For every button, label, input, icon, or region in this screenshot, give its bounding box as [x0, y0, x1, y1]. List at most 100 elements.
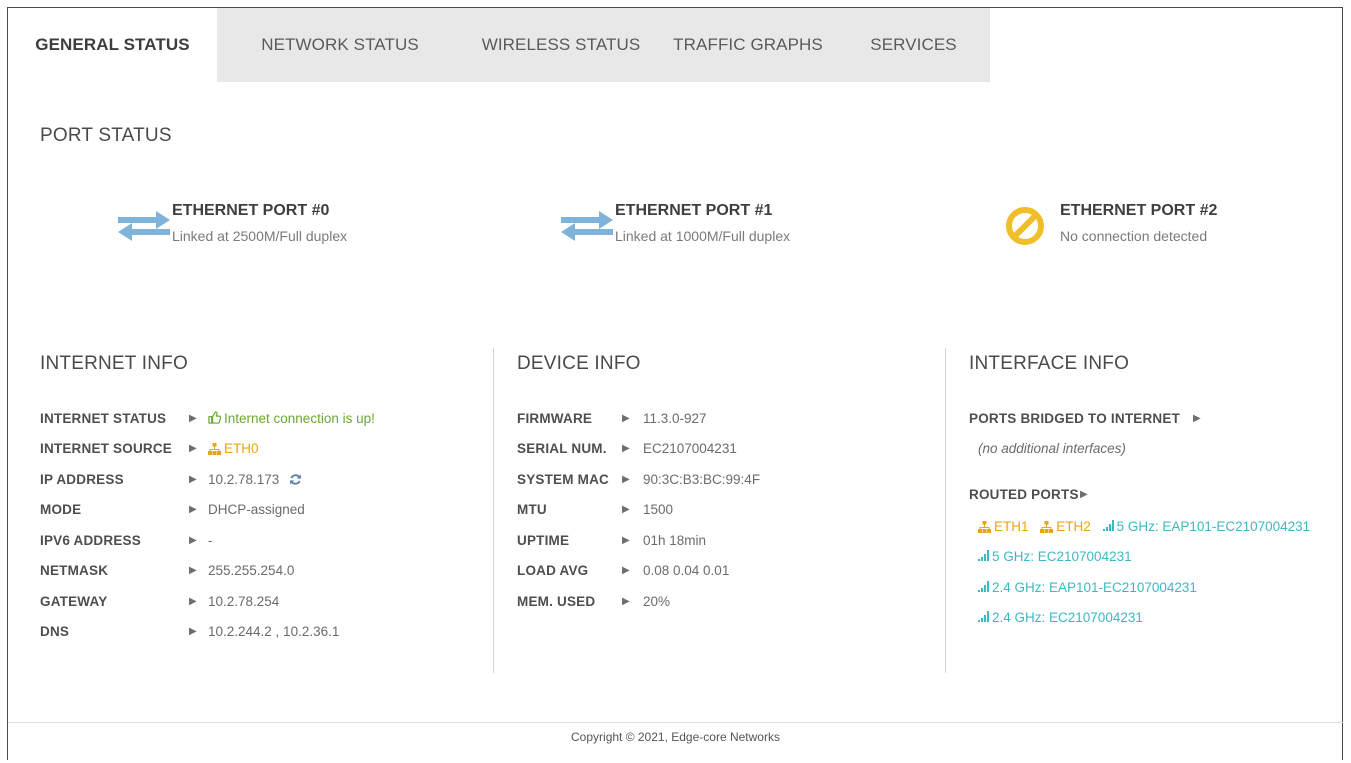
info-key: SERIAL NUM.: [517, 441, 607, 456]
tab-bar: GENERAL STATUS NETWORK STATUS WIRELESS S…: [8, 8, 990, 82]
port-status-text: Linked at 2500M/Full duplex: [172, 228, 348, 244]
routed-port-wlan3[interactable]: 2.4 GHz: EAP101-EC2107004231: [978, 578, 1197, 598]
info-key: SYSTEM MAC: [517, 472, 610, 487]
signal-bars-icon: [1102, 520, 1114, 531]
info-value: 0.08 0.04 0.01: [643, 563, 730, 578]
caret-right-icon: ▶: [622, 413, 630, 424]
caret-right-icon: ▶: [622, 443, 630, 454]
page-frame: [7, 7, 1343, 760]
refresh-icon[interactable]: [289, 473, 302, 486]
ethernet-port-2: ETHERNET PORT #2 No connection detected: [1005, 198, 1305, 258]
transfer-arrows-icon: [118, 211, 170, 241]
info-key: INTERNET SOURCE: [40, 441, 173, 456]
device-info-title: DEVICE INFO: [517, 353, 641, 374]
caret-right-icon: ▶: [189, 413, 197, 424]
tab-general-status[interactable]: GENERAL STATUS: [8, 8, 217, 82]
caret-right-icon: ▶: [622, 474, 630, 485]
info-value[interactable]: ETH0: [208, 439, 259, 459]
signal-bars-icon: [978, 581, 989, 592]
info-value: DHCP-assigned: [208, 502, 305, 517]
eth1-label: ETH1: [994, 519, 1029, 534]
routed-port-wlan4[interactable]: 2.4 GHz: EC2107004231: [978, 608, 1143, 628]
port-status-text: No connection detected: [1060, 228, 1208, 244]
wlan3-label: 2.4 GHz: EAP101-EC2107004231: [992, 580, 1197, 595]
caret-right-icon: ▶: [189, 626, 197, 637]
info-key: DNS: [40, 624, 70, 639]
info-key: GATEWAY: [40, 594, 108, 609]
internet-source-text: ETH0: [224, 441, 259, 456]
signal-bars-icon: [978, 550, 989, 561]
tab-traffic-graphs[interactable]: TRAFFIC GRAPHS: [659, 8, 837, 82]
info-key: LOAD AVG: [517, 563, 589, 578]
routed-port-wlan1[interactable]: 5 GHz: EAP101-EC2107004231: [1102, 519, 1311, 534]
info-value: 10.2.78.173: [208, 470, 302, 490]
column-divider: [493, 348, 494, 673]
caret-right-icon: ▶: [189, 565, 197, 576]
info-key: IP ADDRESS: [40, 472, 124, 487]
wlan2-label: 5 GHz: EC2107004231: [992, 549, 1132, 564]
ip-address-text: 10.2.78.173: [208, 472, 280, 487]
column-divider: [945, 348, 946, 673]
port-name: ETHERNET PORT #1: [615, 202, 773, 219]
info-key: NETMASK: [40, 563, 109, 578]
port-status-title: PORT STATUS: [40, 125, 172, 146]
interface-info-title: INTERFACE INFO: [969, 353, 1130, 374]
caret-right-icon: ▶: [189, 504, 197, 515]
ports-bridged-label: PORTS BRIDGED TO INTERNET: [969, 411, 1181, 426]
ethernet-port-0: ETHERNET PORT #0 Linked at 2500M/Full du…: [118, 198, 418, 258]
info-value: 20%: [643, 594, 671, 609]
routed-ports-line-1: ETH1 ETH2 5 GHz: EAP101-EC2107004231: [978, 517, 1310, 537]
routed-port-eth2[interactable]: ETH2: [1040, 519, 1091, 534]
info-key: IPV6 ADDRESS: [40, 533, 141, 548]
routed-ports-label: ROUTED PORTS: [969, 487, 1079, 502]
info-key: MTU: [517, 502, 547, 517]
info-value: 1500: [643, 502, 674, 517]
ethernet-port-1: ETHERNET PORT #1 Linked at 1000M/Full du…: [561, 198, 861, 258]
routed-port-eth1[interactable]: ETH1: [978, 519, 1029, 534]
caret-right-icon: ▶: [189, 443, 197, 454]
tab-network-status[interactable]: NETWORK STATUS: [217, 8, 463, 82]
info-key: INTERNET STATUS: [40, 411, 167, 426]
caret-right-icon: ▶: [1193, 413, 1201, 424]
network-icon: [978, 521, 991, 533]
no-connection-icon: [1006, 207, 1044, 245]
info-key: MODE: [40, 502, 82, 517]
port-name: ETHERNET PORT #0: [172, 202, 330, 219]
caret-right-icon: ▶: [189, 596, 197, 607]
copyright-footer: Copyright © 2021, Edge-core Networks: [571, 730, 780, 744]
info-key: UPTIME: [517, 533, 570, 548]
signal-bars-icon: [978, 611, 989, 622]
caret-right-icon: ▶: [622, 535, 630, 546]
info-value: 90:3C:B3:BC:99:4F: [643, 472, 761, 487]
routed-port-wlan2[interactable]: 5 GHz: EC2107004231: [978, 547, 1132, 567]
caret-right-icon: ▶: [1080, 489, 1088, 500]
thumbs-up-icon: [208, 411, 222, 424]
internet-status-text: Internet connection is up!: [224, 411, 375, 426]
info-value: 10.2.78.254: [208, 594, 280, 609]
routed-ports-heading[interactable]: ROUTED PORTS ▶: [969, 485, 1109, 505]
eth2-label: ETH2: [1056, 519, 1091, 534]
info-key: MEM. USED: [517, 594, 596, 609]
info-value: EC2107004231: [643, 441, 737, 456]
network-icon: [1040, 521, 1054, 533]
caret-right-icon: ▶: [189, 474, 197, 485]
info-value: -: [208, 533, 213, 548]
ports-bridged-heading[interactable]: PORTS BRIDGED TO INTERNET ▶: [969, 409, 1229, 429]
info-value: Internet connection is up!: [208, 409, 375, 429]
tab-wireless-status[interactable]: WIRELESS STATUS: [463, 8, 659, 82]
footer-divider: [8, 722, 1343, 723]
info-key: FIRMWARE: [517, 411, 593, 426]
info-value: 255.255.254.0: [208, 563, 295, 578]
caret-right-icon: ▶: [189, 535, 197, 546]
wlan1-label: 5 GHz: EAP101-EC2107004231: [1116, 519, 1311, 534]
caret-right-icon: ▶: [622, 596, 630, 607]
caret-right-icon: ▶: [622, 504, 630, 515]
internet-info-title: INTERNET INFO: [40, 353, 188, 374]
tab-services[interactable]: SERVICES: [837, 8, 990, 82]
port-name: ETHERNET PORT #2: [1060, 202, 1218, 219]
network-icon: [208, 443, 221, 455]
no-additional-interfaces: (no additional interfaces): [978, 441, 1126, 456]
transfer-arrows-icon: [561, 211, 613, 241]
caret-right-icon: ▶: [622, 565, 630, 576]
info-value: 11.3.0-927: [643, 411, 707, 426]
